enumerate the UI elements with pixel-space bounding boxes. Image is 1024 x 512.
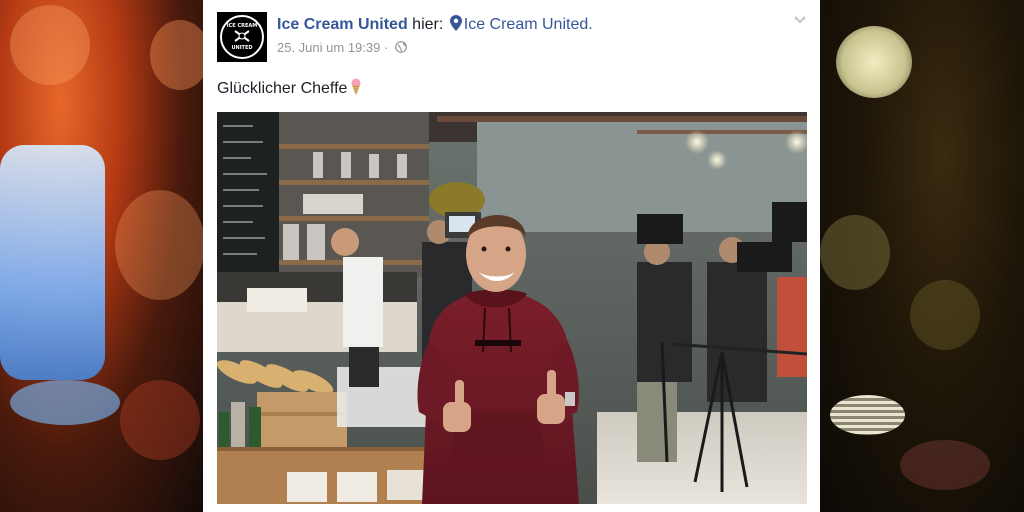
meta-separator: · — [383, 40, 389, 55]
facebook-post-card: ICE CREAM UNITED Ice Cream United hier: … — [203, 0, 820, 512]
photo-scene — [217, 112, 807, 504]
post-header: Ice Cream United hier: Ice Cream United. — [277, 15, 593, 34]
location-pin-icon — [449, 15, 462, 31]
ice-cream-icon — [351, 78, 361, 96]
logo-text-bottom: UNITED — [231, 45, 253, 51]
connector-text: hier: — [412, 16, 444, 33]
globe-icon[interactable] — [395, 41, 407, 53]
post-message-text: Glücklicher Cheffe — [217, 80, 348, 97]
post-photo[interactable] — [217, 112, 807, 504]
logo-crossed-spoons-icon — [234, 30, 250, 42]
background-right-blur — [820, 0, 1024, 512]
location-link[interactable]: Ice Cream United. — [464, 16, 593, 33]
post-message: Glücklicher Cheffe — [217, 78, 362, 98]
post-timestamp[interactable]: 25. Juni um 19:39 — [277, 40, 380, 55]
post-meta: 25. Juni um 19:39 · — [277, 40, 407, 55]
page-avatar[interactable]: ICE CREAM UNITED — [217, 12, 267, 62]
chevron-down-icon[interactable] — [792, 14, 808, 26]
ice-cream-united-logo: ICE CREAM UNITED — [220, 15, 264, 59]
background-left-blur — [0, 0, 203, 512]
page-name-link[interactable]: Ice Cream United — [277, 16, 408, 33]
